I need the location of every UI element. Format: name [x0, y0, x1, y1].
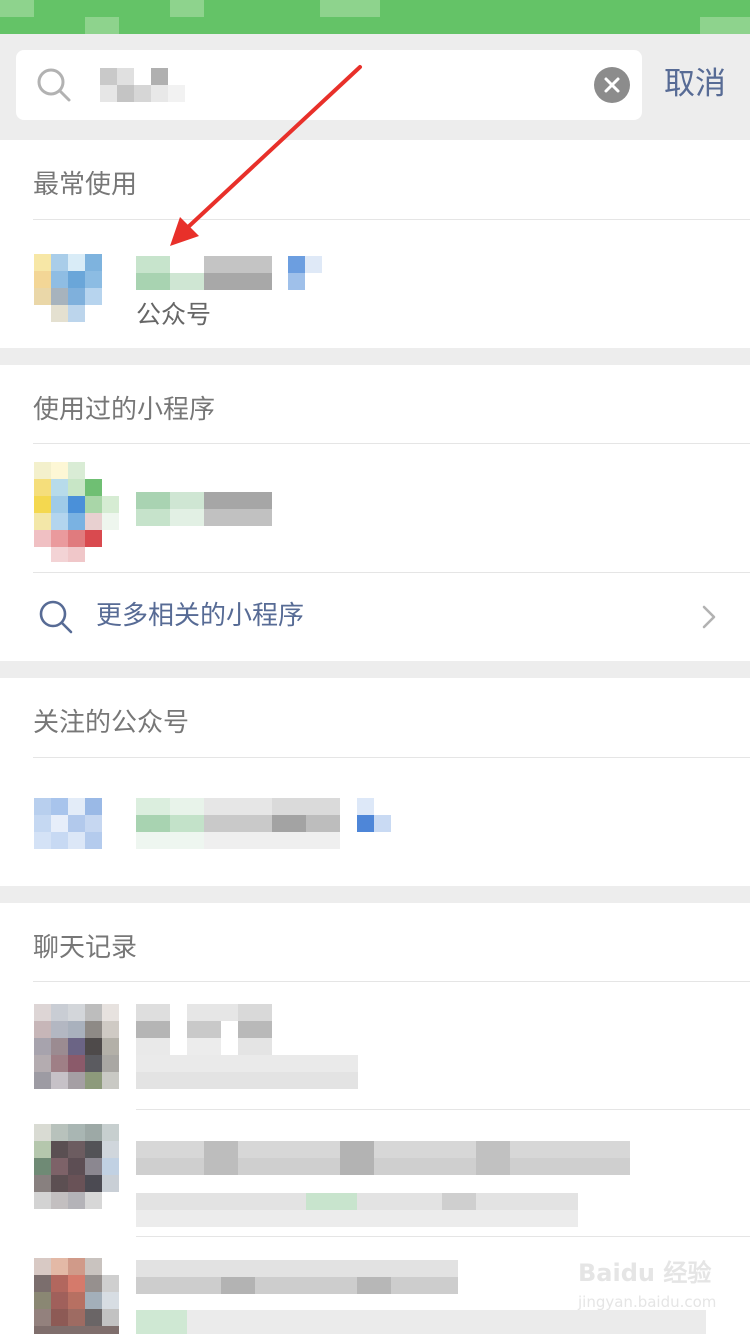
- section-title: 使用过的小程序: [33, 395, 216, 425]
- chat-name-redacted: [136, 1004, 290, 1038]
- cancel-button[interactable]: 取消: [664, 64, 726, 104]
- search-header: 取消: [0, 34, 750, 140]
- search-icon: [39, 600, 73, 634]
- close-icon: [604, 77, 620, 93]
- result-type-label: 公众号: [136, 300, 212, 329]
- search-input[interactable]: [16, 50, 642, 120]
- chat-avatar: [34, 1258, 119, 1334]
- section-gap: [0, 348, 750, 365]
- chat-avatar: [34, 1124, 119, 1220]
- clear-search-button[interactable]: [594, 67, 630, 103]
- result-item-account[interactable]: [0, 758, 750, 886]
- result-item-account[interactable]: 公众号: [0, 220, 750, 348]
- divider: [136, 1109, 750, 1110]
- search-icon: [37, 68, 71, 102]
- strip-mosaic-block: [85, 17, 119, 34]
- strip-mosaic-block: [170, 0, 204, 17]
- account-name-redacted: [136, 256, 326, 290]
- section-title: 关注的公众号: [33, 708, 190, 738]
- result-item-mini-program[interactable]: [0, 444, 750, 572]
- section-gap: [0, 661, 750, 678]
- chat-record-item[interactable]: [0, 982, 750, 1110]
- mini-program-name-redacted: [136, 492, 272, 526]
- chevron-right-icon: [702, 605, 716, 629]
- baidu-jingyan-watermark: Baidu 经验 jingyan.baidu.com: [578, 1258, 718, 1318]
- search-query-redacted: [100, 68, 190, 102]
- section-used-mini-programs: 使用过的小程序 更多相关的小程序: [0, 365, 750, 661]
- more-mini-programs-label: 更多相关的小程序: [96, 601, 305, 631]
- strip-mosaic-block: [700, 17, 750, 34]
- strip-mosaic-block: [0, 0, 34, 17]
- watermark-subtitle: jingyan.baidu.com: [578, 1293, 717, 1311]
- chat-record-item[interactable]: [0, 1109, 750, 1237]
- divider: [136, 1236, 750, 1237]
- section-followed-accounts: 关注的公众号: [0, 678, 750, 886]
- chat-name-redacted: [136, 1260, 458, 1294]
- section-title: 最常使用: [33, 170, 138, 200]
- account-name-redacted: [136, 798, 392, 849]
- mini-program-avatar: [34, 462, 119, 562]
- strip-mosaic-block: [320, 0, 380, 17]
- chat-avatar: [34, 1004, 119, 1089]
- chat-snippet-redacted: [136, 1193, 578, 1227]
- account-avatar: [34, 254, 102, 322]
- section-most-used: 最常使用 公众号: [0, 140, 750, 348]
- more-mini-programs-link[interactable]: 更多相关的小程序: [0, 573, 750, 661]
- chat-name-redacted: [136, 1141, 630, 1175]
- account-avatar: [34, 798, 102, 849]
- section-gap: [0, 886, 750, 903]
- watermark-title: Baidu 经验: [578, 1259, 712, 1287]
- chat-snippet-redacted: [136, 1038, 358, 1089]
- section-title: 聊天记录: [33, 933, 138, 963]
